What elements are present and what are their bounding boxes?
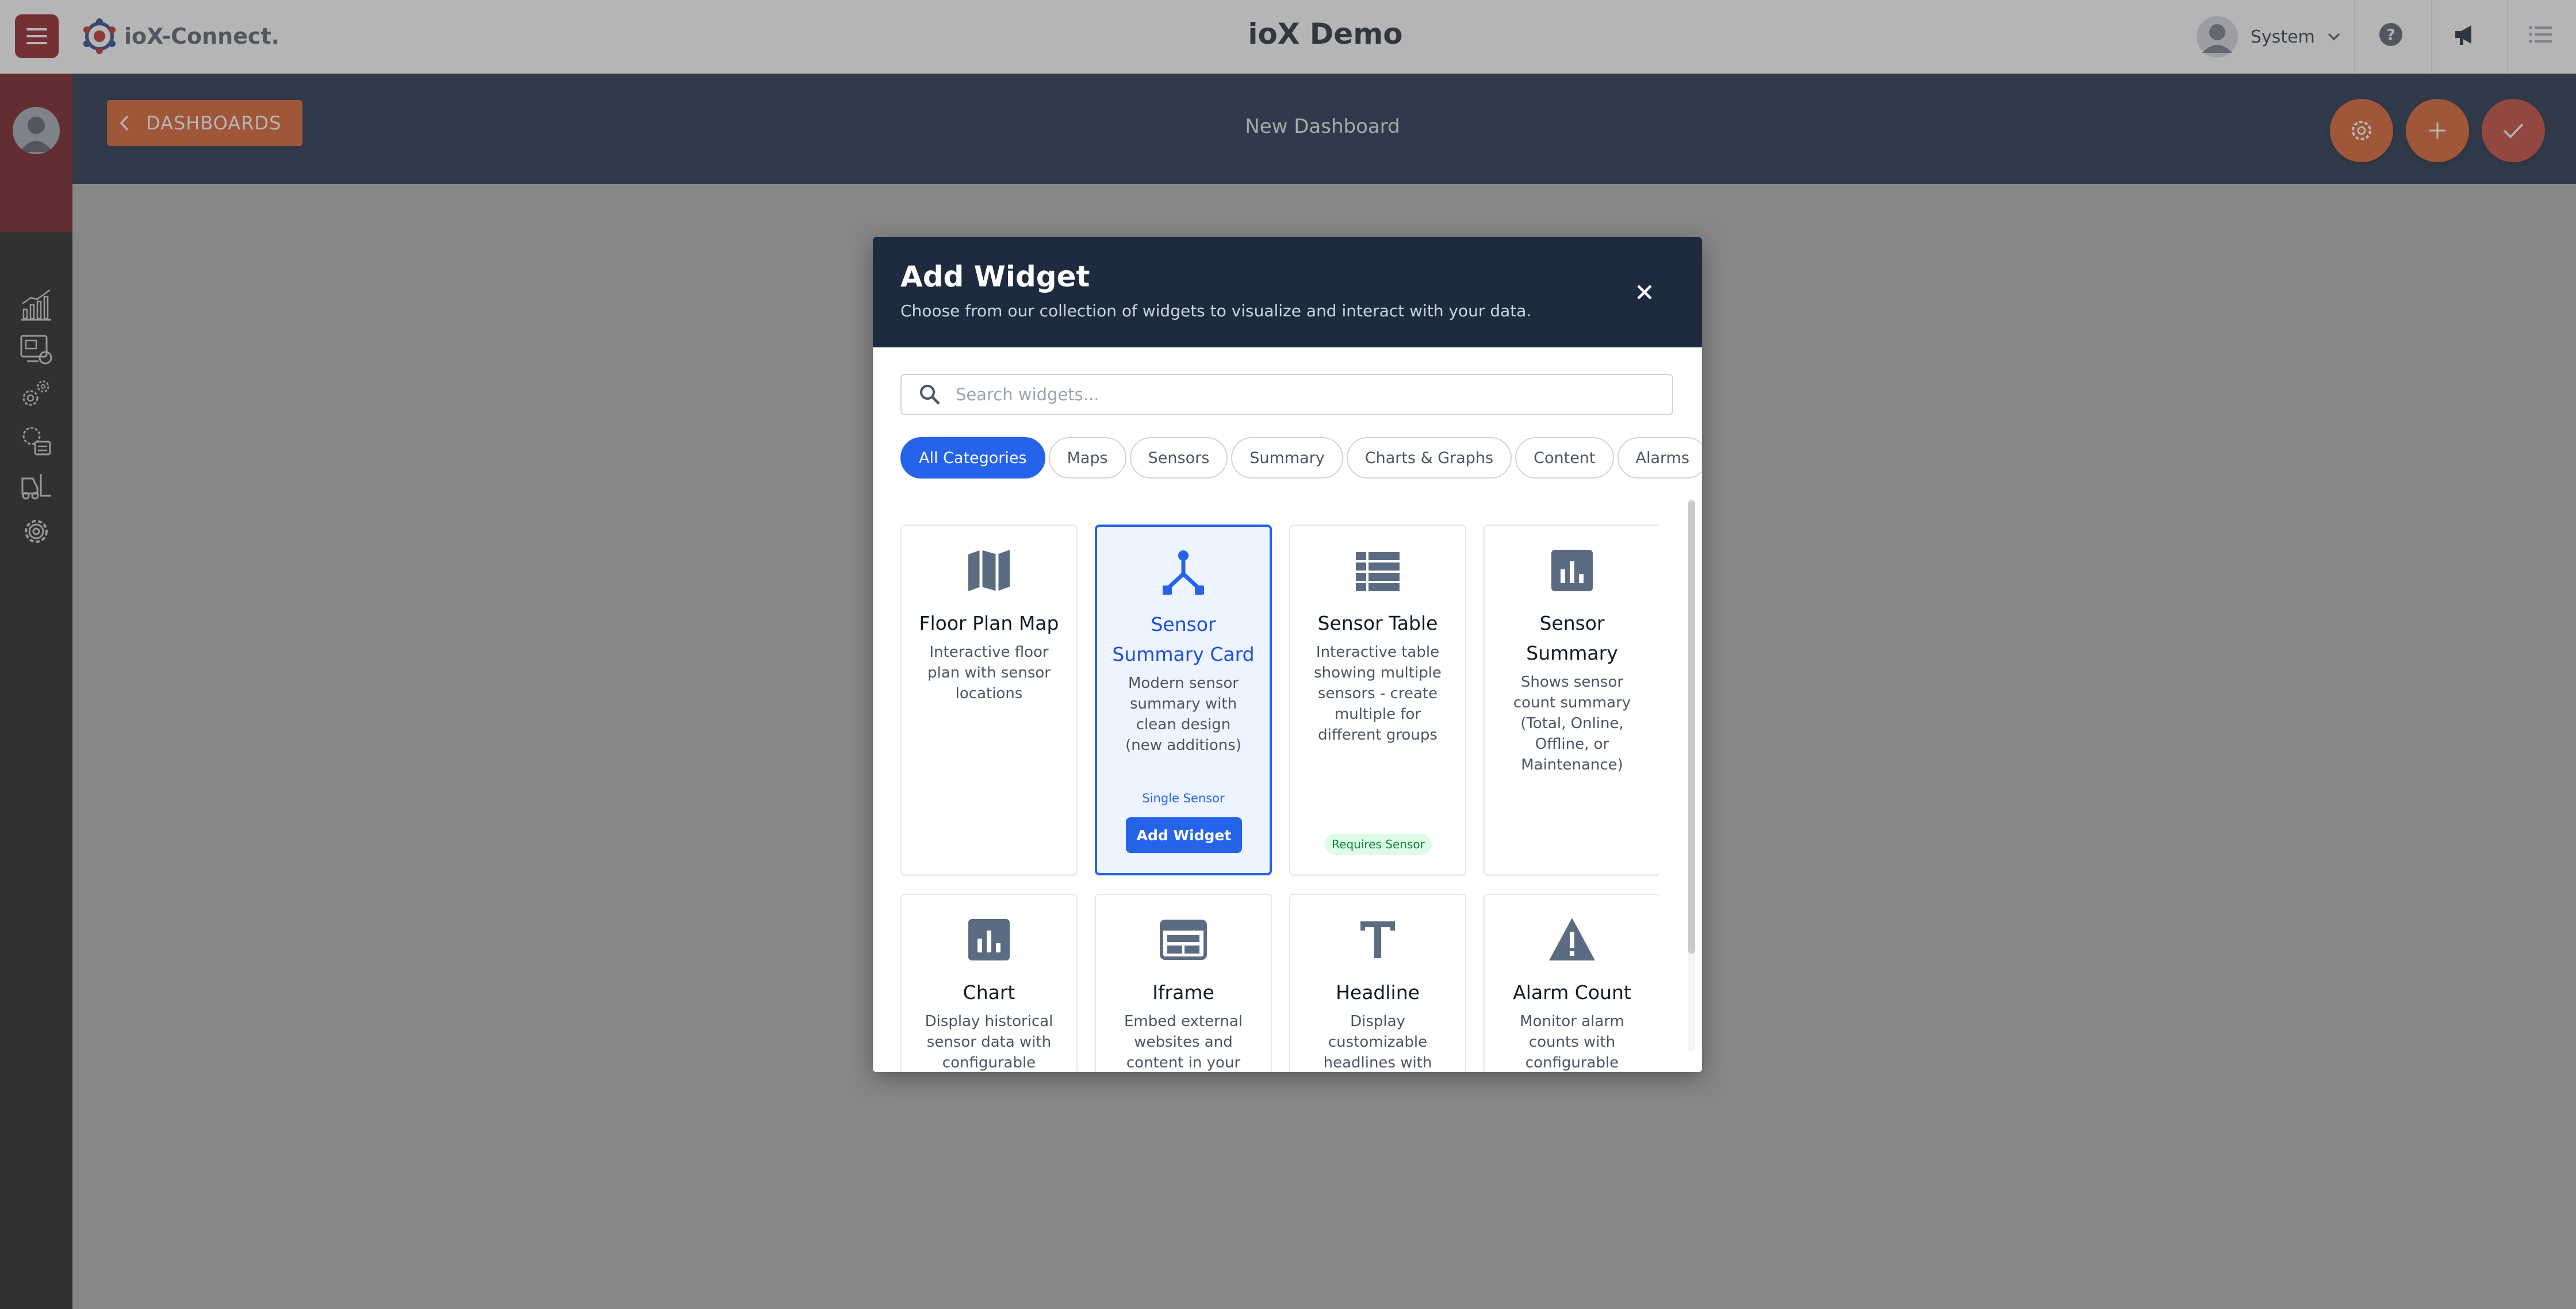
search-widgets-field[interactable] (900, 374, 1673, 415)
modal-subtitle: Choose from our collection of widgets to… (900, 301, 1532, 320)
widget-card-sensor-summary-card[interactable]: Sensor Summary Card Modern sensor summar… (1095, 525, 1272, 875)
widget-card-sensor-summary[interactable]: Sensor Summary Shows sensor count summar… (1483, 525, 1659, 875)
widget-card-chart[interactable]: Chart Display historical sensor data wit… (900, 894, 1078, 1072)
widget-description: Shows sensor count summary (Total, Onlin… (1513, 673, 1631, 774)
widget-name: Alarm Count (1513, 981, 1631, 1004)
widget-card-alarm-count[interactable]: Alarm Count Monitor alarm counts with co… (1483, 894, 1659, 1072)
hierarchy-icon (1163, 550, 1204, 595)
category-charts[interactable]: Charts & Graphs (1346, 437, 1512, 479)
bar-chart-icon (968, 919, 1010, 960)
widget-description: Interactive table showing multiple senso… (1314, 644, 1442, 744)
widget-description: Embed external websites and content in y… (1124, 1013, 1243, 1071)
search-input[interactable] (954, 384, 1647, 405)
widget-name: Sensor Summary (1526, 612, 1618, 664)
warning-icon (1549, 918, 1595, 960)
category-all[interactable]: All Categories (900, 437, 1045, 479)
close-icon[interactable] (1631, 278, 1658, 306)
widget-card-sensor-table[interactable]: Sensor Table Interactive table showing m… (1289, 525, 1466, 875)
widget-name: Floor Plan Map (919, 612, 1059, 634)
modal-title: Add Widget (900, 260, 1090, 293)
scrollbar-thumb[interactable] (1688, 500, 1695, 954)
table-icon (1356, 552, 1400, 591)
bar-chart-icon (1551, 550, 1593, 591)
modal-header: Add Widget Choose from our collection of… (873, 237, 1702, 347)
widget-description: Modern sensor summary with clean design … (1125, 675, 1241, 754)
widget-card-floor-plan-map[interactable]: Floor Plan Map Interactive floor plan wi… (900, 525, 1078, 875)
widget-name: Sensor Table (1317, 612, 1438, 634)
widget-description: Interactive floor plan with sensor locat… (927, 644, 1051, 702)
category-content[interactable]: Content (1515, 437, 1614, 479)
widget-description: Monitor alarm counts with configurable f… (1520, 1013, 1624, 1071)
requires-sensor-badge: Requires Sensor (1325, 834, 1432, 855)
map-icon (968, 550, 1010, 591)
category-summary[interactable]: Summary (1231, 437, 1343, 479)
category-maps[interactable]: Maps (1048, 437, 1126, 479)
widget-name: Sensor Summary Card (1112, 613, 1255, 665)
widget-card-headline[interactable]: Headline Display customizable headlines … (1289, 894, 1466, 1072)
search-icon (920, 385, 940, 405)
widget-name: Iframe (1152, 981, 1214, 1004)
iframe-icon (1160, 920, 1207, 960)
text-icon (1360, 921, 1395, 958)
category-sensors[interactable]: Sensors (1129, 437, 1228, 479)
add-widget-modal: Add Widget Choose from our collection of… (873, 237, 1702, 1072)
widget-note: Single Sensor (1142, 791, 1225, 805)
widget-description: Display historical sensor data with conf… (925, 1013, 1053, 1071)
widget-description: Display customizable headlines with full (1323, 1013, 1432, 1071)
category-alarms[interactable]: Alarms (1617, 437, 1702, 479)
add-widget-button[interactable]: Add Widget (1126, 817, 1242, 853)
category-filters: All Categories Maps Sensors Summary Char… (900, 437, 1702, 479)
widget-name: Chart (963, 981, 1015, 1004)
widget-grid: Floor Plan Map Interactive floor plan wi… (900, 525, 1659, 1072)
widget-card-iframe[interactable]: Iframe Embed external websites and conte… (1095, 894, 1272, 1072)
widget-name: Headline (1336, 981, 1420, 1004)
